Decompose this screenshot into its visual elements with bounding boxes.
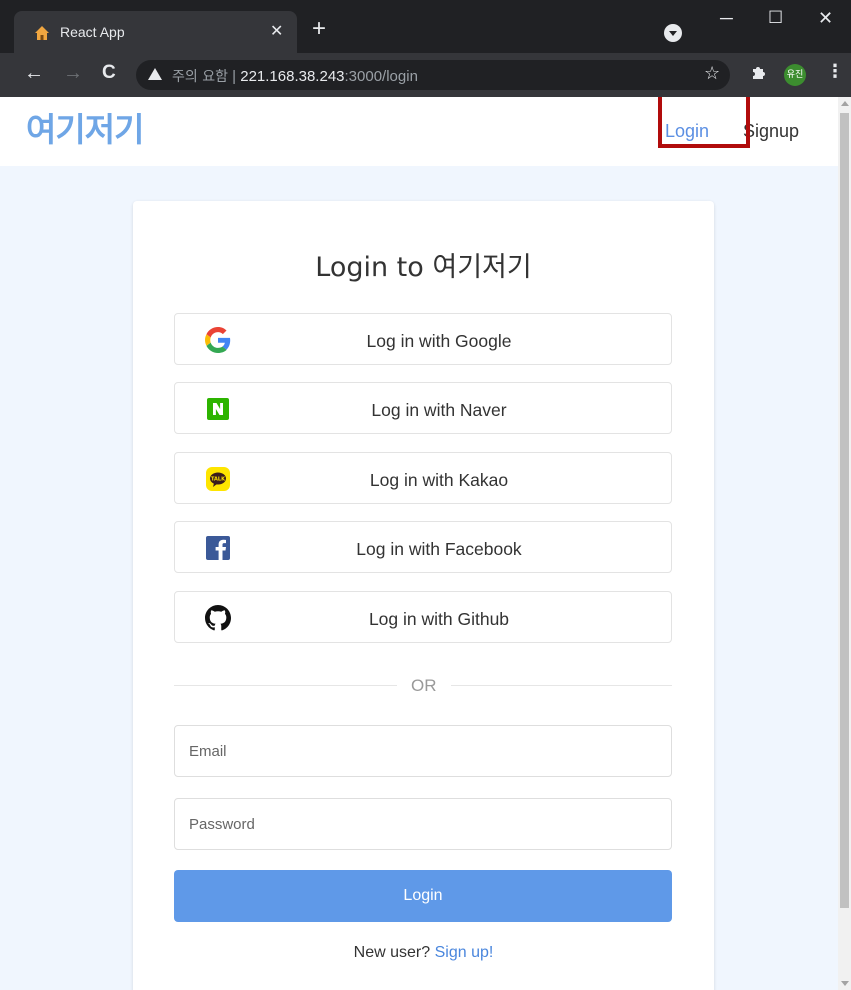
site-logo[interactable]: 여기저기 <box>26 103 144 151</box>
address-separator: | <box>232 68 237 85</box>
github-login-label: Log in with Github <box>368 609 510 629</box>
back-icon[interactable]: ← <box>24 62 44 85</box>
login-submit-button[interactable]: Login <box>174 870 672 922</box>
nav-signup-link[interactable]: Signup <box>743 121 799 142</box>
warning-icon <box>148 68 162 80</box>
kakao-login-label: Log in with Kakao <box>369 470 509 490</box>
maximize-icon[interactable]: ☐ <box>768 8 783 28</box>
security-label: 주의 요함 <box>172 69 228 85</box>
reload-icon[interactable]: C <box>102 62 116 84</box>
or-divider-text: OR <box>397 676 451 696</box>
address-text: 주의 요함 | 221.168.38.243:3000/login <box>172 66 418 86</box>
browser-tab-bar: React App ✕ + ─ ☐ ✕ <box>0 0 851 53</box>
new-user-text: New user? <box>353 944 431 961</box>
home-favicon-icon <box>35 26 49 40</box>
extensions-icon[interactable] <box>750 63 768 86</box>
browser-tab[interactable]: React App ✕ <box>14 11 297 53</box>
login-card: Login to 여기저기 Log in with Google Log in … <box>133 201 714 990</box>
naver-login-label: Log in with Naver <box>371 400 507 420</box>
naver-login-button[interactable]: Log in with Naver <box>174 382 672 434</box>
page-viewport: 여기저기 Login Signup Login to 여기저기 Log in w… <box>0 97 838 990</box>
profile-avatar[interactable]: 유진 <box>784 64 806 86</box>
github-login-button[interactable]: Log in with Github <box>174 591 672 643</box>
tab-close-icon[interactable]: ✕ <box>270 21 283 41</box>
facebook-login-button[interactable]: Log in with Facebook <box>174 521 672 573</box>
url-path: :3000/login <box>344 68 418 85</box>
forward-icon[interactable]: → <box>63 62 83 85</box>
signup-link[interactable]: Sign up! <box>435 944 494 961</box>
login-title: Login to 여기저기 <box>315 252 532 283</box>
site-header: 여기저기 Login Signup <box>0 97 838 166</box>
google-login-label: Log in with Google <box>366 331 512 351</box>
scroll-up-arrow-icon[interactable] <box>841 101 849 106</box>
minimize-icon[interactable]: ─ <box>720 8 733 29</box>
highlight-annotation-box <box>658 97 750 148</box>
tab-search-icon[interactable] <box>664 24 682 42</box>
facebook-login-label: Log in with Facebook <box>356 539 522 559</box>
bookmark-star-icon[interactable]: ☆ <box>704 63 720 84</box>
signup-prompt: New user? Sign up! <box>133 944 714 962</box>
tab-title: React App <box>60 24 125 40</box>
google-login-button[interactable]: Log in with Google <box>174 313 672 365</box>
url-host: 221.168.38.243 <box>240 68 345 85</box>
vertical-scrollbar[interactable] <box>838 97 851 990</box>
browser-menu-icon[interactable]: ⋮ <box>826 61 844 82</box>
email-field[interactable] <box>174 725 672 777</box>
scroll-down-arrow-icon[interactable] <box>841 981 849 986</box>
kakao-login-button[interactable]: TALK Log in with Kakao <box>174 452 672 504</box>
address-bar[interactable]: 주의 요함 | 221.168.38.243:3000/login ☆ <box>136 60 730 90</box>
new-tab-button[interactable]: + <box>312 17 326 41</box>
browser-toolbar: ← → C 주의 요함 | 221.168.38.243:3000/login … <box>0 53 851 97</box>
close-window-icon[interactable]: ✕ <box>818 8 833 29</box>
scrollbar-thumb[interactable] <box>840 113 849 908</box>
password-field[interactable] <box>174 798 672 850</box>
